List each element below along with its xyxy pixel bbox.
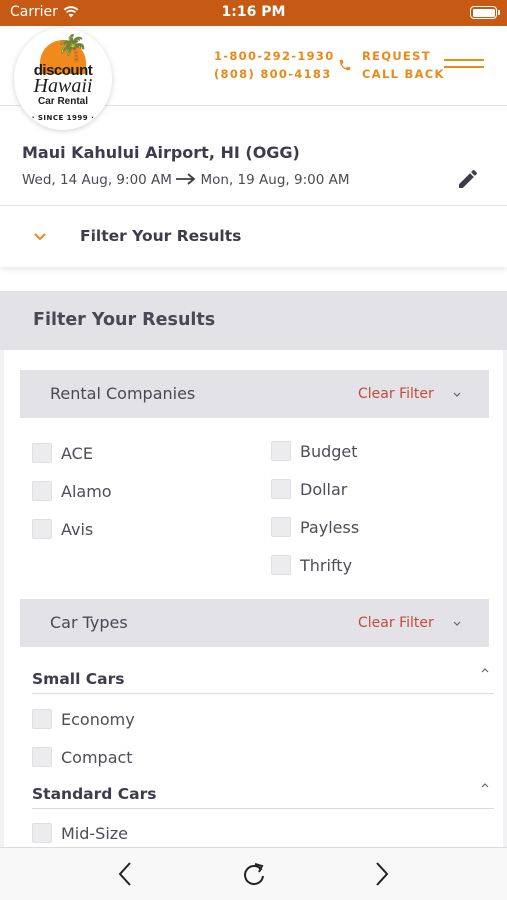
chevron-up-icon[interactable] — [479, 781, 491, 791]
checkbox-label: Compact — [61, 747, 133, 767]
dropoff-datetime: Mon, 19 Aug, 9:00 AM — [200, 172, 350, 188]
forward-chevron-icon[interactable] — [367, 860, 395, 888]
chevron-up-icon[interactable] — [479, 666, 491, 676]
checkbox-label: Economy — [61, 709, 135, 729]
hamburger-menu-icon[interactable] — [444, 58, 484, 74]
rental-companies-clear-filter[interactable]: Clear Filter — [358, 386, 434, 402]
checkbox-cartype-compact[interactable]: Compact — [32, 747, 133, 767]
checkbox-box[interactable] — [271, 555, 291, 575]
edit-pencil-icon[interactable] — [456, 167, 480, 191]
phone-icon[interactable] — [338, 58, 352, 72]
rental-companies-header[interactable]: Rental Companies Clear Filter — [20, 370, 489, 418]
site-header: 🌴 discount Hawaii Car Rental · SINCE 199… — [0, 26, 507, 130]
divider — [32, 693, 494, 694]
battery-icon — [470, 6, 500, 19]
checkbox-box[interactable] — [32, 747, 52, 767]
logo-text-hawaii: Hawaii — [33, 75, 93, 97]
checkbox-cartype-economy[interactable]: Economy — [32, 709, 135, 729]
callback-label-line2: CALL BACK — [362, 67, 445, 81]
logo-text-car-rental: Car Rental — [37, 96, 88, 107]
rental-companies-title: Rental Companies — [50, 384, 196, 403]
checkbox-box[interactable] — [32, 823, 52, 843]
filter-toggle-bar[interactable]: Filter Your Results — [0, 207, 507, 267]
checkbox-company-ace[interactable]: ACE — [32, 443, 93, 463]
checkbox-label: Dollar — [300, 479, 348, 499]
car-types-clear-filter[interactable]: Clear Filter — [358, 615, 434, 631]
status-bar: Carrier 1:16 PM — [0, 0, 507, 26]
checkbox-label: Alamo — [61, 481, 112, 501]
palm-tree-icon: 🌴 — [56, 34, 89, 64]
request-callback-link[interactable]: REQUEST CALL BACK — [362, 47, 445, 83]
divider — [32, 808, 494, 809]
car-types-title: Car Types — [50, 613, 128, 632]
checkbox-label: Thrifty — [300, 555, 353, 575]
chevron-down-icon[interactable] — [452, 389, 462, 399]
checkbox-company-alamo[interactable]: Alamo — [32, 481, 112, 501]
checkbox-label: Mid-Size — [61, 823, 129, 843]
checkbox-box[interactable] — [271, 517, 291, 537]
checkbox-label: Budget — [300, 441, 358, 461]
filter-toggle-label: Filter Your Results — [80, 227, 242, 245]
checkbox-box[interactable] — [271, 441, 291, 461]
checkbox-label: Avis — [61, 519, 94, 539]
browser-toolbar — [0, 847, 507, 900]
arrow-right-icon — [176, 173, 196, 185]
pickup-datetime: Wed, 14 Aug, 9:00 AM — [22, 172, 172, 188]
group-title-standard-cars[interactable]: Standard Cars — [32, 785, 156, 803]
checkbox-company-payless[interactable]: Payless — [271, 517, 359, 537]
trip-summary: Maui Kahului Airport, HI (OGG) Wed, 14 A… — [0, 107, 507, 206]
trip-dates: Wed, 14 Aug, 9:00 AM Mon, 19 Aug, 9:00 A… — [22, 172, 349, 188]
checkbox-box[interactable] — [32, 709, 52, 729]
back-chevron-icon[interactable] — [112, 860, 140, 888]
checkbox-box[interactable] — [271, 479, 291, 499]
checkbox-company-thrifty[interactable]: Thrifty — [271, 555, 352, 575]
car-types-header[interactable]: Car Types Clear Filter — [20, 599, 489, 647]
phone-link-primary[interactable]: 1-800-292-1930 — [214, 47, 335, 65]
checkbox-company-budget[interactable]: Budget — [271, 441, 358, 461]
checkbox-box[interactable] — [32, 481, 52, 501]
checkbox-cartype-mid-size[interactable]: Mid-Size — [32, 823, 128, 843]
filter-panel-body: Rental Companies Clear Filter ACE Alamo … — [4, 350, 503, 847]
callback-label-line1: REQUEST — [362, 49, 431, 63]
pickup-location: Maui Kahului Airport, HI (OGG) — [22, 143, 300, 162]
clock: 1:16 PM — [221, 4, 286, 20]
chevron-down-icon — [34, 233, 46, 241]
checkbox-box[interactable] — [32, 519, 52, 539]
checkbox-label: Payless — [300, 517, 360, 537]
reload-icon[interactable] — [240, 860, 268, 888]
group-title-small-cars[interactable]: Small Cars — [32, 670, 125, 688]
filter-panel: Filter Your Results Rental Companies Cle… — [0, 291, 507, 847]
checkbox-company-avis[interactable]: Avis — [32, 519, 93, 539]
checkbox-box[interactable] — [32, 443, 52, 463]
filter-panel-title: Filter Your Results — [0, 291, 507, 350]
phone-numbers: 1-800-292-1930 (808) 800-4183 — [214, 47, 335, 83]
checkbox-label: ACE — [61, 443, 93, 463]
phone-link-secondary[interactable]: (808) 800-4183 — [214, 65, 335, 83]
chevron-down-icon[interactable] — [452, 618, 462, 628]
checkbox-company-dollar[interactable]: Dollar — [271, 479, 347, 499]
